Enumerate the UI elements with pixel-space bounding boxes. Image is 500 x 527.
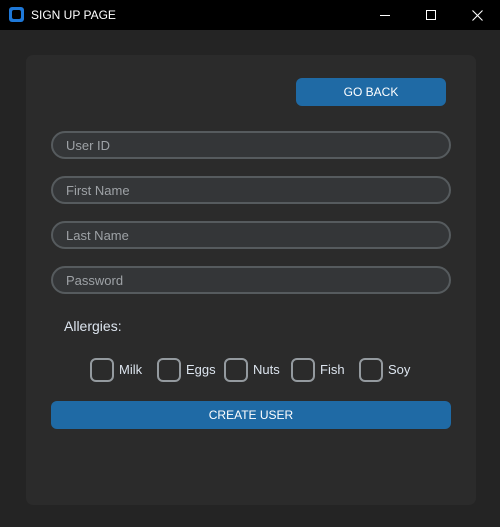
go-back-button[interactable]: GO BACK xyxy=(296,78,446,106)
close-icon xyxy=(471,9,483,21)
allergies-label: Allergies: xyxy=(64,318,122,334)
user-id-field[interactable] xyxy=(51,131,451,159)
app-icon xyxy=(9,7,24,22)
checkbox-label[interactable]: Milk xyxy=(119,362,142,378)
signup-form-frame: GO BACK Allergies: Milk Eggs Nuts Fish S… xyxy=(26,55,476,505)
window-title: SIGN UP PAGE xyxy=(31,8,116,22)
maximize-icon xyxy=(426,10,436,20)
close-button[interactable] xyxy=(454,0,500,30)
create-user-button[interactable]: CREATE USER xyxy=(51,401,451,429)
first-name-field[interactable] xyxy=(51,176,451,204)
last-name-field[interactable] xyxy=(51,221,451,249)
checkbox-label[interactable]: Fish xyxy=(320,362,345,378)
minimize-button[interactable] xyxy=(362,0,408,30)
checkbox-box[interactable] xyxy=(157,358,181,382)
maximize-button[interactable] xyxy=(408,0,454,30)
checkbox-box[interactable] xyxy=(224,358,248,382)
password-field[interactable] xyxy=(51,266,451,294)
checkbox-label[interactable]: Nuts xyxy=(253,362,280,378)
minimize-icon xyxy=(380,14,390,16)
checkbox-box[interactable] xyxy=(359,358,383,382)
title-bar: SIGN UP PAGE xyxy=(0,0,500,30)
checkbox-box[interactable] xyxy=(90,358,114,382)
checkbox-label[interactable]: Soy xyxy=(388,362,410,378)
checkbox-label[interactable]: Eggs xyxy=(186,362,216,378)
checkbox-box[interactable] xyxy=(291,358,315,382)
